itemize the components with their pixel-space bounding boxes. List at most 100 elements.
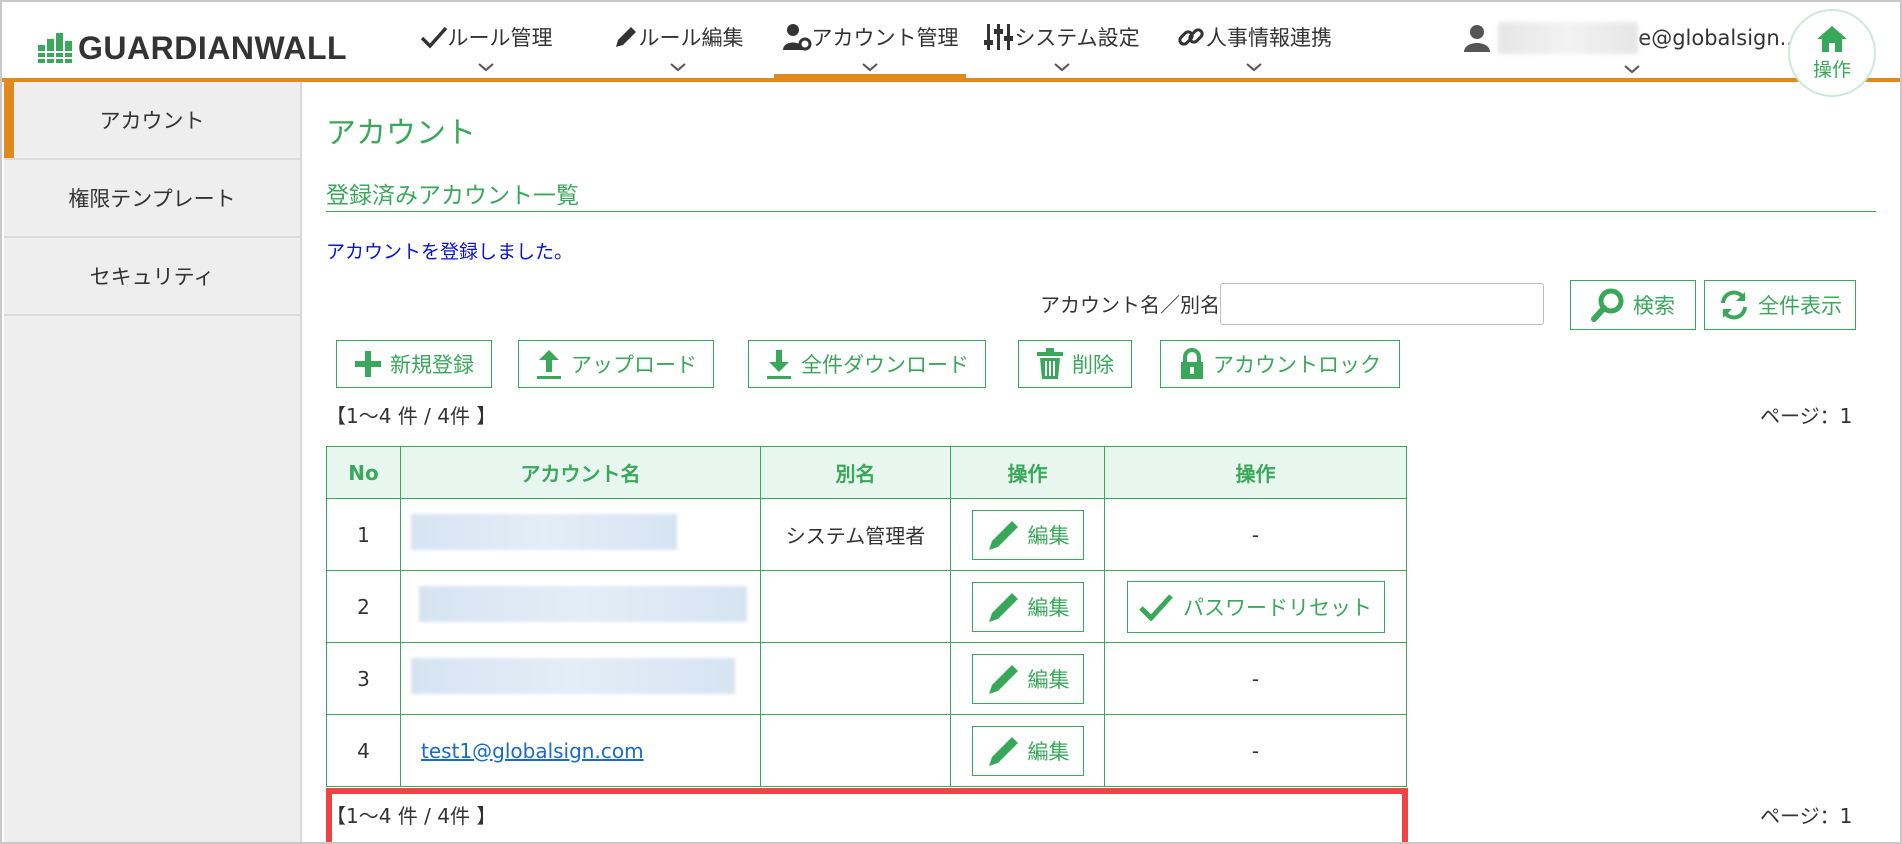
search-input[interactable] [1220, 283, 1544, 325]
row-account: test1@globalsign.com [400, 714, 761, 787]
sliders-icon [984, 24, 1014, 50]
nav-rule-edit[interactable]: ルール編集 [582, 2, 774, 78]
chevron-down-icon [1624, 65, 1640, 74]
download-all-button[interactable]: 全件ダウンロード [748, 340, 986, 388]
page-number-top: ページ：1 [1760, 404, 1853, 428]
row-alias [760, 714, 951, 787]
user-gear-icon [782, 24, 811, 51]
search-button[interactable]: 検索 [1570, 280, 1696, 330]
user-email: e@globalsign... [1638, 26, 1800, 50]
lock-icon [1181, 348, 1203, 379]
show-all-button[interactable]: 全件表示 [1704, 280, 1856, 330]
nav-account-management[interactable]: アカウント管理 [774, 2, 966, 82]
user-icon [1464, 25, 1491, 52]
logo[interactable]: GUARDIANWALL [38, 30, 347, 66]
row-alias [760, 570, 951, 643]
home-icon [1817, 25, 1847, 52]
nav-label: 人事情報連携 [1206, 26, 1332, 50]
new-register-button[interactable]: 新規登録 [336, 340, 492, 388]
logo-text: GUARDIANWALL [78, 29, 348, 66]
row-no: 4 [326, 714, 401, 787]
pencil-icon [988, 736, 1018, 766]
check-icon [420, 26, 447, 49]
edit-label: 編集 [1027, 739, 1070, 764]
home-button[interactable]: 操作 [1788, 9, 1876, 97]
page-title: アカウント [326, 116, 476, 151]
chevron-down-icon [670, 63, 686, 72]
sidebar: アカウント 権限テンプレート セキュリティ [4, 82, 302, 842]
sidebar-item-label: アカウント [99, 109, 205, 133]
table-header-row: No アカウント名 別名 操作 操作 [326, 446, 1407, 499]
edit-label: 編集 [1027, 595, 1070, 620]
sidebar-item-label: 権限テンプレート [68, 187, 236, 211]
row-account [400, 642, 761, 715]
row-operation-2: - [1104, 642, 1407, 715]
pencil-icon [615, 27, 636, 47]
edit-button[interactable]: 編集 [971, 581, 1084, 632]
nav-label: ルール編集 [638, 26, 744, 50]
app-window: GUARDIANWALL ルール管理 ルール編集 アカウント管理 システム設定 … [0, 0, 1902, 844]
sidebar-item-permission-template[interactable]: 権限テンプレート [4, 160, 300, 238]
user-name-redacted [1498, 22, 1639, 54]
row-account [400, 498, 761, 571]
account-lock-button[interactable]: アカウントロック [1160, 340, 1400, 388]
edit-label: 編集 [1027, 667, 1070, 692]
main-nav: ルール管理 ルール編集 アカウント管理 システム設定 人事情報連携 [390, 2, 1350, 82]
row-alias [760, 642, 951, 715]
logo-building-icon [38, 33, 72, 63]
row-no: 2 [326, 570, 401, 643]
pencil-icon [988, 664, 1018, 694]
password-reset-button[interactable]: パスワードリセット [1126, 580, 1385, 633]
nav-label: ルール管理 [447, 26, 553, 50]
download-icon [767, 350, 791, 379]
main-content: アカウント 登録済みアカウント一覧 アカウントを登録しました。 アカウント名／別… [302, 82, 1900, 842]
search-label: アカウント名／別名 [1040, 293, 1220, 317]
edit-button[interactable]: 編集 [971, 509, 1084, 560]
show-all-button-label: 全件表示 [1758, 294, 1842, 318]
result-count-top: 【1～4 件 / 4件 】 [326, 404, 497, 428]
user-menu[interactable]: e@globalsign... [1464, 22, 1800, 78]
result-count-bottom: 【1～4 件 / 4件 】 [326, 804, 497, 828]
upload-button[interactable]: アップロード [518, 340, 714, 388]
plus-icon [355, 351, 381, 377]
home-label: 操作 [1812, 58, 1851, 81]
row-alias: システム管理者 [760, 498, 951, 571]
redacted-account [411, 514, 677, 550]
delete-button[interactable]: 削除 [1018, 340, 1132, 388]
redacted-account [411, 658, 735, 694]
nav-label: システム設定 [1014, 26, 1140, 50]
col-header-operation-2: 操作 [1104, 446, 1407, 499]
top-header: GUARDIANWALL ルール管理 ルール編集 アカウント管理 システム設定 … [2, 2, 1900, 82]
account-link[interactable]: test1@globalsign.com [421, 739, 644, 763]
row-account [400, 570, 761, 643]
download-all-label: 全件ダウンロード [801, 353, 969, 377]
upload-icon [537, 350, 561, 379]
row-no: 1 [326, 498, 401, 571]
account-table: No アカウント名 別名 操作 操作 1 システム管理者 編集 - 2 編集 パ… [326, 446, 1407, 787]
edit-button[interactable]: 編集 [971, 653, 1084, 704]
new-register-label: 新規登録 [390, 353, 474, 377]
status-message: アカウントを登録しました。 [326, 241, 574, 263]
redacted-account [419, 586, 747, 622]
account-lock-label: アカウントロック [1213, 353, 1381, 377]
password-reset-label: パスワードリセット [1183, 595, 1372, 620]
table-row: 2 編集 パスワードリセット [326, 570, 1407, 643]
delete-label: 削除 [1072, 353, 1114, 377]
chevron-down-icon [862, 63, 878, 72]
nav-system-settings[interactable]: システム設定 [966, 2, 1158, 78]
sidebar-item-security[interactable]: セキュリティ [4, 238, 300, 316]
table-row: 1 システム管理者 編集 - [326, 498, 1407, 571]
row-operation: 編集 [950, 642, 1105, 715]
nav-hr-integration[interactable]: 人事情報連携 [1158, 2, 1350, 78]
row-operation-2: パスワードリセット [1104, 570, 1407, 643]
nav-rule-management[interactable]: ルール管理 [390, 2, 582, 78]
col-header-account: アカウント名 [400, 446, 761, 499]
search-button-label: 検索 [1633, 294, 1675, 318]
edit-button[interactable]: 編集 [971, 725, 1084, 776]
row-operation-2: - [1104, 498, 1407, 571]
row-operation-2: - [1104, 714, 1407, 787]
row-no: 3 [326, 642, 401, 715]
pencil-icon [988, 520, 1018, 550]
sidebar-item-account[interactable]: アカウント [4, 82, 300, 160]
table-row: 4 test1@globalsign.com 編集 - [326, 714, 1407, 787]
